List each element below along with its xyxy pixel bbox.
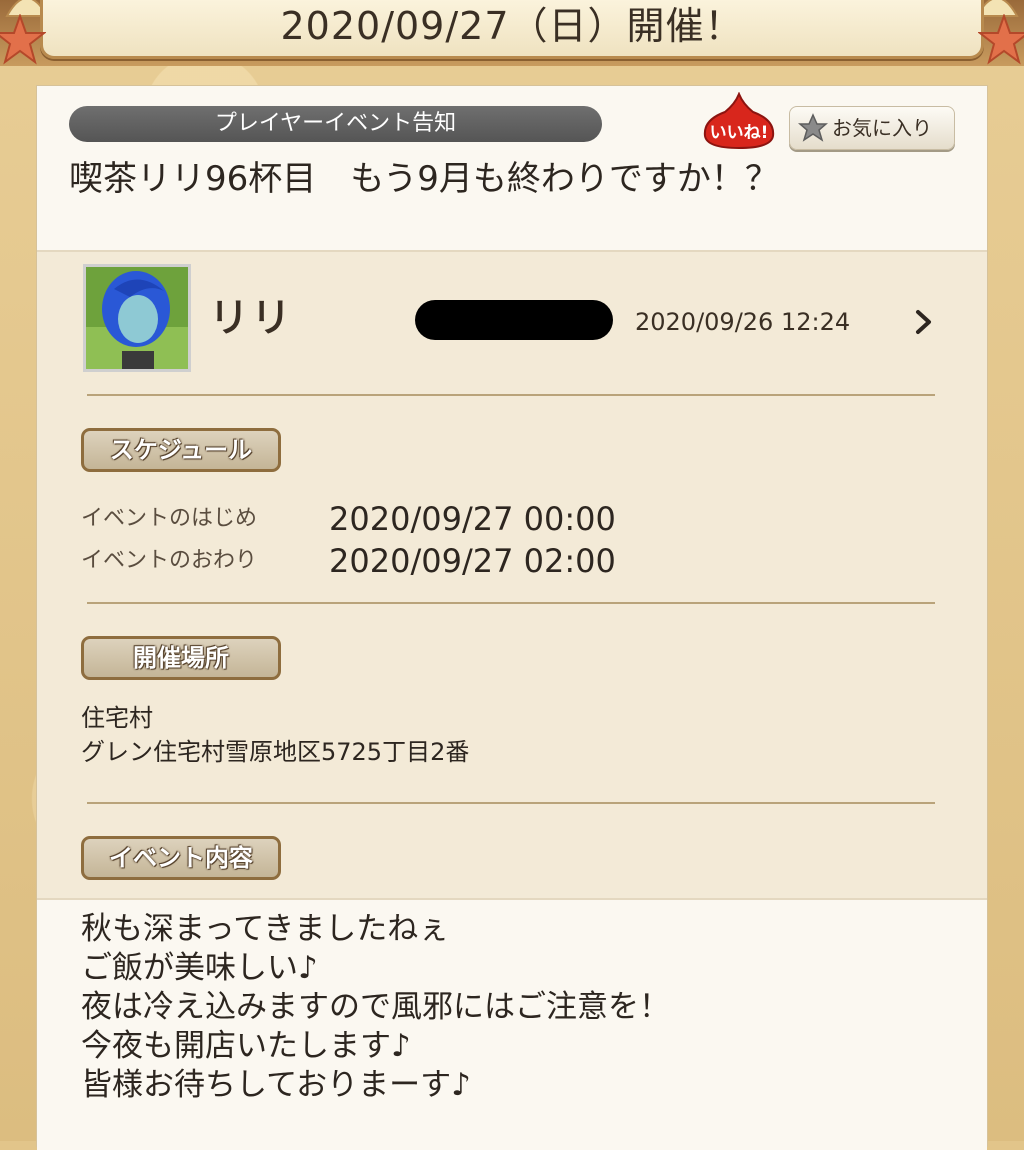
end-label: イベントのおわり [81, 548, 258, 573]
event-card: プレイヤーイベント告知 喫茶リリ96杯目 もう9月も終わりですか！？ いいね! … [37, 86, 987, 1150]
content-body: 秋も深まってきましたねぇ ご飯が美味しい♪ 夜は冷え込みますので風邪にはご注意を… [37, 898, 987, 1150]
like-label: いいね! [709, 123, 769, 143]
chevron-right-icon[interactable] [905, 304, 941, 340]
favorite-button[interactable]: お気に入り [789, 106, 955, 150]
starfish-icon [978, 14, 1024, 65]
favorite-label: お気に入り [832, 116, 932, 140]
redaction-bar [415, 300, 613, 340]
divider [87, 602, 935, 604]
post-date: 2020/09/26 12:24 [635, 308, 851, 336]
avatar[interactable] [83, 264, 191, 372]
content-line: 皆様お待ちしておりまーす♪ [81, 1067, 471, 1103]
header-plate: 2020/09/27（日）開催！ [40, 0, 984, 59]
end-value: 2020/09/27 02:00 [329, 542, 616, 580]
divider [87, 394, 935, 396]
place-section-label: 開催場所 [81, 636, 281, 680]
place-line-1: 住宅村 [81, 704, 153, 732]
place-line-2: グレン住宅村雪原地区5725丁目2番 [81, 738, 470, 766]
like-button[interactable]: いいね! [699, 91, 779, 150]
page-title: 2020/09/27（日）開催！ [280, 4, 744, 48]
author-name[interactable]: リリ [209, 290, 293, 346]
content-line: 秋も深まってきましたねぇ [81, 911, 450, 947]
star-icon [798, 113, 828, 142]
event-card-header: プレイヤーイベント告知 喫茶リリ96杯目 もう9月も終わりですか！？ いいね! … [37, 86, 987, 252]
start-value: 2020/09/27 00:00 [329, 500, 616, 538]
schedule-section-label: スケジュール [81, 428, 281, 472]
content-line: 今夜も開店いたします♪ [81, 1028, 411, 1064]
header-banner: 2020/09/27（日）開催！ [0, 0, 1024, 66]
content-line: 夜は冷え込みますので風邪にはご注意を！ [81, 989, 670, 1025]
divider [87, 802, 935, 804]
character-portrait [86, 267, 188, 369]
event-title: 喫茶リリ96杯目 もう9月も終わりですか！？ [69, 159, 779, 199]
start-label: イベントのはじめ [81, 506, 258, 531]
content-section-label: イベント内容 [81, 836, 281, 880]
category-badge: プレイヤーイベント告知 [69, 106, 602, 142]
content-line: ご飯が美味しい♪ [81, 950, 318, 986]
starfish-icon [0, 14, 46, 65]
